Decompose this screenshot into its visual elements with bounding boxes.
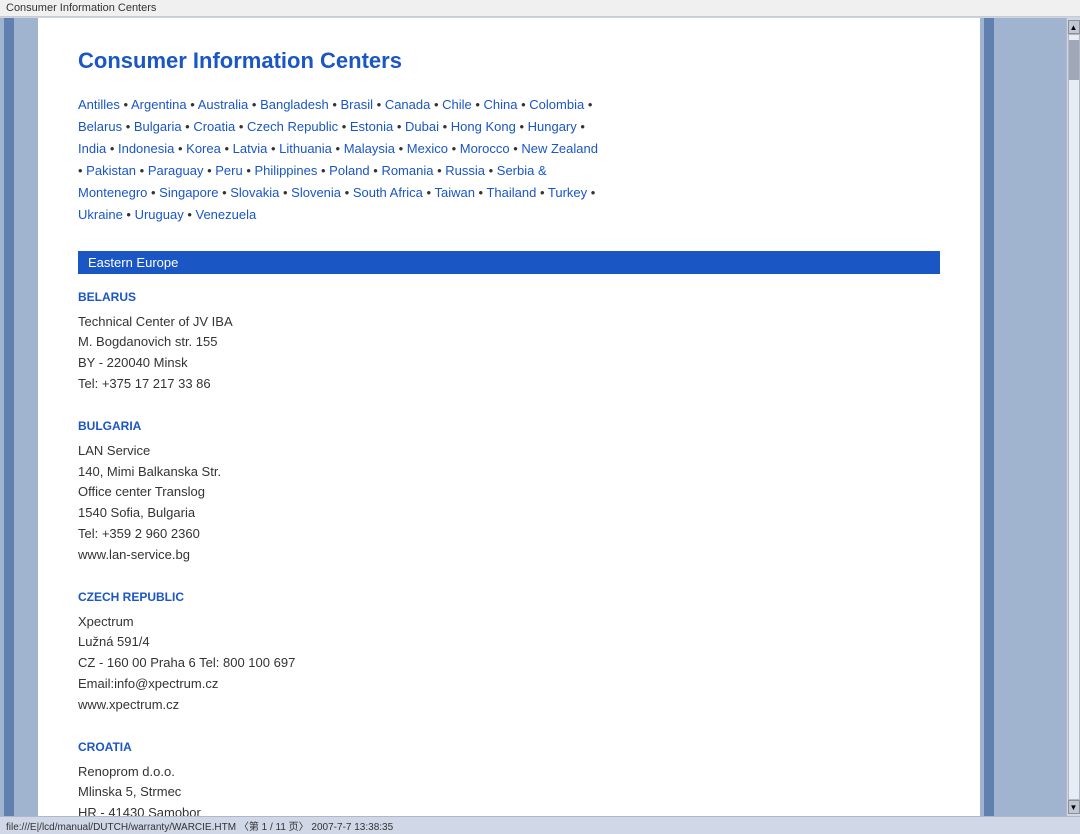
right-sidebar: ▲ ▼ [980, 18, 1080, 816]
scrollbar-down-button[interactable]: ▼ [1068, 800, 1080, 814]
south-africa-link[interactable]: South Africa [353, 185, 423, 200]
eastern-europe-header: Eastern Europe [78, 251, 940, 274]
poland-link[interactable]: Poland [329, 163, 369, 178]
turkey-link[interactable]: Turkey [548, 185, 587, 200]
chile-link[interactable]: Chile [442, 97, 472, 112]
czech-republic-link[interactable]: Czech Republic [247, 119, 338, 134]
argentina-link[interactable]: Argentina [131, 97, 187, 112]
window-title: Consumer Information Centers [6, 2, 156, 14]
thailand-link[interactable]: Thailand [486, 185, 536, 200]
bulgaria-link[interactable]: Bulgaria [134, 119, 182, 134]
venezuela-link[interactable]: Venezuela [196, 207, 257, 222]
china-link[interactable]: China [484, 97, 518, 112]
pakistan-link[interactable]: Pakistan [86, 163, 136, 178]
mexico-link[interactable]: Mexico [407, 141, 448, 156]
colombia-link[interactable]: Colombia [529, 97, 584, 112]
hungary-link[interactable]: Hungary [528, 119, 577, 134]
romania-link[interactable]: Romania [381, 163, 433, 178]
estonia-link[interactable]: Estonia [350, 119, 393, 134]
australia-link[interactable]: Australia [198, 97, 249, 112]
belarus-country-name: BELARUS [78, 290, 940, 304]
slovenia-link[interactable]: Slovenia [291, 185, 341, 200]
taiwan-link[interactable]: Taiwan [434, 185, 474, 200]
belarus-section: BELARUS Technical Center of JV IBA M. Bo… [78, 290, 940, 395]
main-layout: Consumer Information Centers Antilles • … [0, 18, 1080, 816]
czech-republic-section: CZECH REPUBLIC Xpectrum Lužná 591/4 CZ -… [78, 590, 940, 716]
paraguay-link[interactable]: Paraguay [148, 163, 204, 178]
new-zealand-link[interactable]: New Zealand [521, 141, 598, 156]
croatia-link[interactable]: Croatia [193, 119, 235, 134]
page-title: Consumer Information Centers [78, 48, 940, 74]
scrollbar: ▲ ▼ [1066, 18, 1080, 816]
peru-link[interactable]: Peru [215, 163, 242, 178]
uruguay-link[interactable]: Uruguay [135, 207, 184, 222]
latvia-link[interactable]: Latvia [233, 141, 268, 156]
brasil-link[interactable]: Brasil [341, 97, 374, 112]
belarus-link[interactable]: Belarus [78, 119, 122, 134]
korea-link[interactable]: Korea [186, 141, 221, 156]
india-link[interactable]: India [78, 141, 106, 156]
bulgaria-country-name: BULGARIA [78, 419, 940, 433]
antilles-link[interactable]: Antilles [78, 97, 120, 112]
croatia-details: Renoprom d.o.o. Mlinska 5, Strmec HR - 4… [78, 762, 940, 816]
czech-republic-details: Xpectrum Lužná 591/4 CZ - 160 00 Praha 6… [78, 612, 940, 716]
slovakia-link[interactable]: Slovakia [230, 185, 279, 200]
right-sidebar-accent [984, 18, 994, 816]
belarus-details: Technical Center of JV IBA M. Bogdanovic… [78, 312, 940, 395]
malaysia-link[interactable]: Malaysia [344, 141, 395, 156]
croatia-section: CROATIA Renoprom d.o.o. Mlinska 5, Strme… [78, 740, 940, 816]
canada-link[interactable]: Canada [385, 97, 431, 112]
czech-republic-country-name: CZECH REPUBLIC [78, 590, 940, 604]
window-title-bar: Consumer Information Centers [0, 0, 1080, 17]
country-link-list: Antilles • Argentina • Australia • Bangl… [78, 94, 940, 227]
left-sidebar [0, 18, 38, 816]
bulgaria-details: LAN Service 140, Mimi Balkanska Str. Off… [78, 441, 940, 566]
scrollbar-thumb[interactable] [1069, 40, 1079, 80]
indonesia-link[interactable]: Indonesia [118, 141, 174, 156]
bangladesh-link[interactable]: Bangladesh [260, 97, 329, 112]
serbia-link[interactable]: Serbia & [497, 163, 547, 178]
ukraine-link[interactable]: Ukraine [78, 207, 123, 222]
main-content: Consumer Information Centers Antilles • … [38, 18, 980, 816]
eastern-europe-section: Eastern Europe BELARUS Technical Center … [78, 251, 940, 816]
montenegro-link[interactable]: Montenegro [78, 185, 147, 200]
scroll-down-icon: ▼ [1070, 803, 1078, 812]
morocco-link[interactable]: Morocco [460, 141, 510, 156]
hong-kong-link[interactable]: Hong Kong [451, 119, 516, 134]
scroll-up-icon: ▲ [1070, 23, 1078, 32]
status-text: file:///E|/lcd/manual/DUTCH/warranty/WAR… [6, 818, 393, 833]
scrollbar-up-button[interactable]: ▲ [1068, 20, 1080, 34]
philippines-link[interactable]: Philippines [255, 163, 318, 178]
lithuania-link[interactable]: Lithuania [279, 141, 332, 156]
scrollbar-track[interactable] [1068, 34, 1080, 800]
bulgaria-section: BULGARIA LAN Service 140, Mimi Balkanska… [78, 419, 940, 566]
singapore-link[interactable]: Singapore [159, 185, 218, 200]
russia-link[interactable]: Russia [445, 163, 485, 178]
croatia-country-name: CROATIA [78, 740, 940, 754]
status-bar: file:///E|/lcd/manual/DUTCH/warranty/WAR… [0, 816, 1080, 834]
dubai-link[interactable]: Dubai [405, 119, 439, 134]
left-sidebar-accent [4, 18, 14, 816]
